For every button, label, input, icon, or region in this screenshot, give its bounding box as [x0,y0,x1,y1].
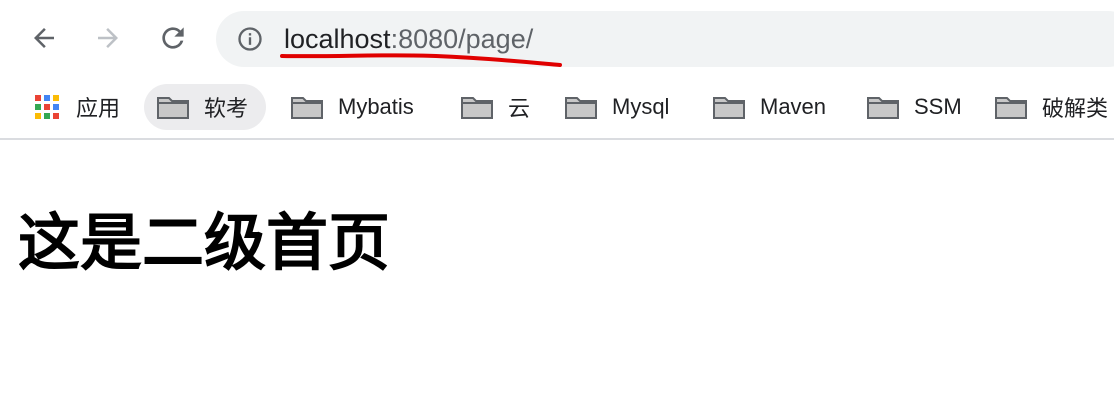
bookmark-label: SSM [914,94,962,119]
page-heading: 这是二级首页 [18,206,391,279]
folder-icon [867,97,899,119]
info-icon[interactable] [236,25,264,53]
bookmark-label: Maven [760,94,827,119]
bookmark-folder-pojielei[interactable]: 破解类 [990,84,1108,130]
bookmark-label: 软考 [204,96,249,121]
folder-icon [995,97,1027,119]
page-content: 这是二级首页 [0,140,1114,400]
bookmark-folder-mybatis[interactable]: Mybatis [282,84,422,130]
url-host: localhost [284,24,391,54]
bookmark-folder-ruankao[interactable]: 软考 [144,84,267,130]
reload-icon [162,27,184,49]
bookmark-folder-maven[interactable]: Maven [704,84,834,130]
back-button[interactable] [24,18,64,58]
folder-icon [157,97,189,119]
folder-icon [565,97,597,119]
bookmark-label: 破解类 [1042,96,1109,121]
url-path: :8080/page/ [390,24,534,54]
bookmark-folder-yun[interactable]: 云 [452,84,538,130]
bookmark-apps[interactable]: 应用 [22,84,130,130]
bookmark-label: Mysql [612,94,670,119]
apps-grid-icon [35,95,59,119]
arrow-left-icon [34,28,54,48]
bookmarks-bar: 应用 软考 Mybatis 云 Mysql Maven SSM 破解类 [0,78,1114,140]
forward-button[interactable] [88,18,128,58]
url-text[interactable]: localhost:8080/page/ [284,21,533,57]
folder-icon [291,97,323,119]
folder-icon [713,97,745,119]
folder-icon [461,97,493,119]
bookmark-label: 云 [508,96,531,121]
bookmark-label: Mybatis [338,94,414,119]
bookmark-folder-mysql[interactable]: Mysql [556,84,677,130]
browser-window: localhost:8080/page/ 应用 软考 Mybatis 云 Mys… [0,0,1114,400]
address-bar[interactable]: localhost:8080/page/ [216,11,1114,67]
bookmark-apps-label: 应用 [76,96,121,121]
browser-toolbar: localhost:8080/page/ [0,0,1114,78]
arrow-right-icon [98,28,118,48]
bookmark-folder-ssm[interactable]: SSM [858,84,970,130]
reload-button[interactable] [153,18,193,58]
